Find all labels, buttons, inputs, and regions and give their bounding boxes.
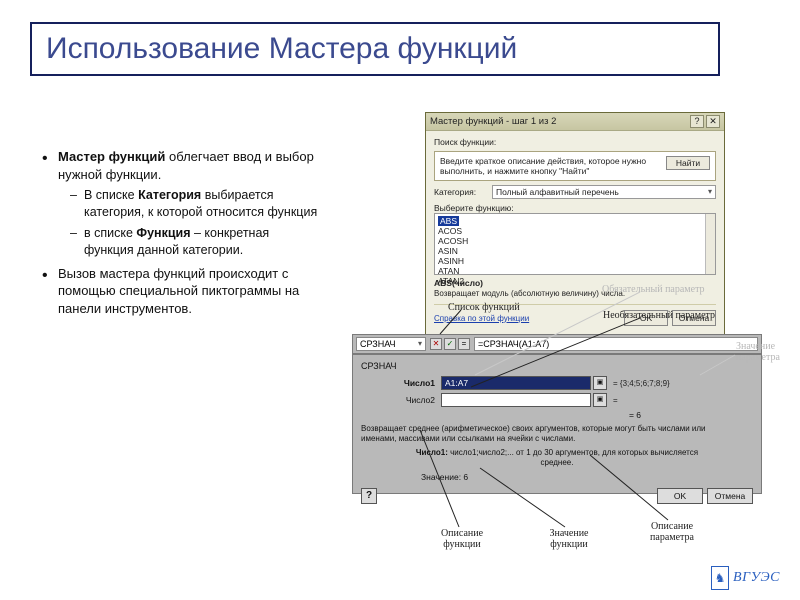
result-value: = 6 [361,410,753,420]
logo: ♞ ВГУЭС [711,566,780,590]
function-args-dialog: СРЗНАЧ Число1 A1:A7 ▣ = {3;4;5;6;7;8;9} … [352,354,762,494]
arg2-label: Число2 [361,395,441,405]
help-link[interactable]: Справка по этой функции [434,314,620,323]
dialog-title: Мастер функций - шаг 1 из 2 [430,116,556,127]
formula-input[interactable]: =СРЗНАЧ(A1:A7) [474,337,758,351]
arg1-eval: = {3;4;5;6;7;8;9} [613,379,670,388]
callout-fn-desc: Описание функции [432,529,492,550]
arg1-label: Число1 [361,378,441,388]
slide-title: Использование Мастера функций [30,22,720,76]
find-button[interactable]: Найти [666,156,710,170]
function-description: Возвращает среднее (арифметическое) свои… [361,424,753,443]
list-item: ACOS [438,226,712,236]
text-body: Мастер функций облегчает ввод и выбор ну… [42,148,322,323]
arg2-eval: = [613,396,618,405]
callout-fn-value: Значение функции [539,529,599,550]
function-name-label: СРЗНАЧ [361,361,753,371]
list-item: ATAN [438,266,712,276]
cancel-icon[interactable]: ✕ [430,338,442,350]
list-item: ASINH [438,256,712,266]
arg-description: Число1: число1;число2;... от 1 до 30 арг… [361,448,753,467]
help-icon[interactable]: ? [690,115,704,128]
formula-bar: СРЗНАЧ ✕ ✓ = =СРЗНАЧ(A1:A7) [352,334,762,354]
category-label: Категория: [434,187,488,197]
enter-icon[interactable]: ✓ [444,338,456,350]
category-select[interactable]: Полный алфавитный перечень [492,185,716,199]
callout-param-value: Значение параметра [736,342,790,363]
value-row: Значение: 6 [361,472,753,482]
name-box[interactable]: СРЗНАЧ [356,337,426,351]
scrollbar[interactable] [705,214,715,274]
arg1-input[interactable]: A1:A7 [441,376,591,390]
callout-required-param: Обязательный параметр [602,284,705,295]
arg2-input[interactable] [441,393,591,407]
callout-param-desc: Описание параметра [642,522,702,543]
search-row: Поиск функции: [434,137,716,147]
bullet-2: Вызов мастера функций происходит с помощ… [42,265,322,318]
range-picker-icon[interactable]: ▣ [593,376,607,390]
cancel-button[interactable]: Отмена [707,488,753,504]
ok-button[interactable]: OK [657,488,703,504]
logo-text: ВГУЭС [733,570,780,586]
close-icon[interactable]: ✕ [706,115,720,128]
range-picker-icon[interactable]: ▣ [593,393,607,407]
list-item: ACOSH [438,236,712,246]
list-item: ASIN [438,246,712,256]
bullet-1b: в списке Функция – конкретная функция да… [58,225,322,259]
list-item: ABS [438,216,459,226]
fx-icon[interactable]: = [458,338,470,350]
logo-icon: ♞ [711,566,729,590]
bullet-1a: В списке Категория выбирается категория,… [58,187,322,221]
select-function-label: Выберите функцию: [434,203,716,213]
callout-optional-param: Необязательный параметр [603,310,715,321]
callout-function-list: Список функций [448,302,520,313]
bullet-1: Мастер функций облегчает ввод и выбор ну… [42,148,322,259]
function-listbox[interactable]: ABS ACOS ACOSH ASIN ASINH ATAN ATAN2 [434,213,716,275]
dialog-titlebar[interactable]: Мастер функций - шаг 1 из 2 ? ✕ [426,113,724,131]
search-instruction: Введите краткое описание действия, котор… [434,151,716,181]
help-icon[interactable]: ? [361,488,377,504]
